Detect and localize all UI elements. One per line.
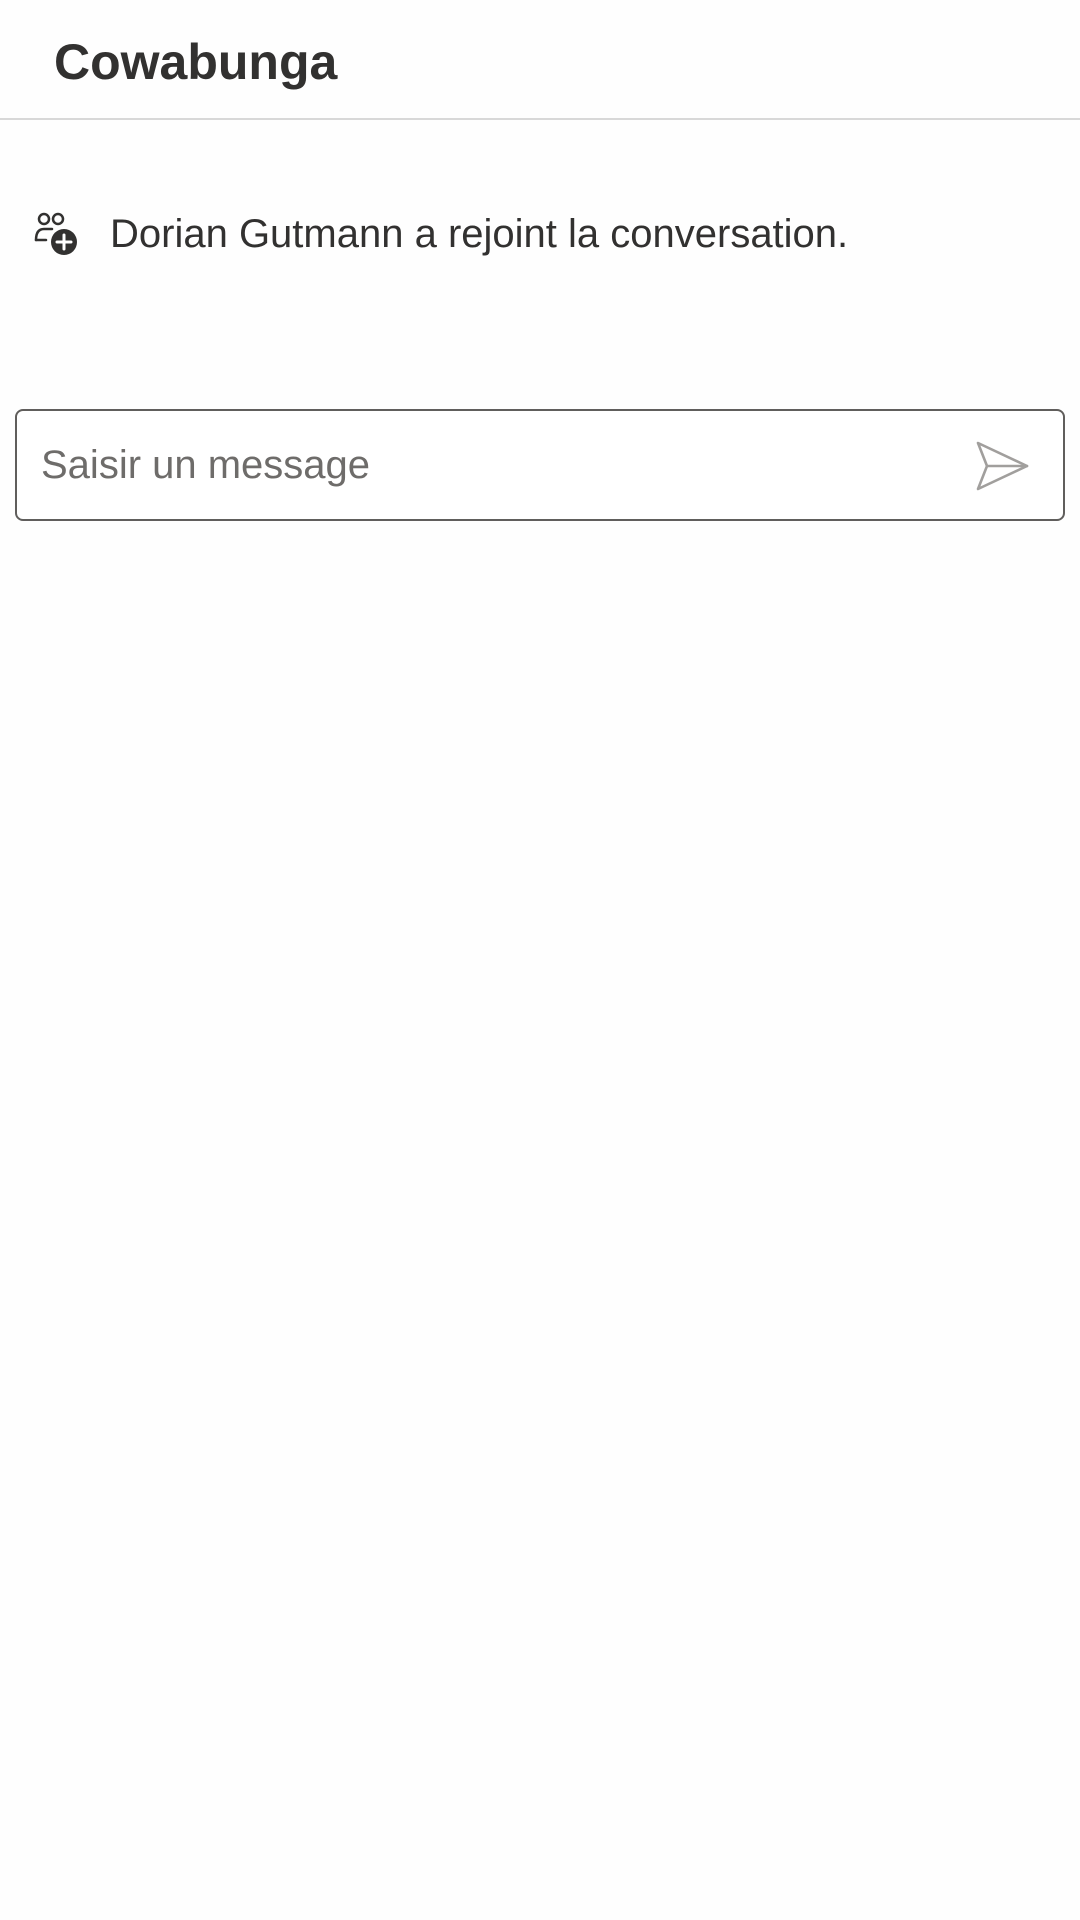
send-button[interactable] (975, 439, 1031, 493)
chat-header: Cowabunga (0, 0, 1080, 120)
message-composer (15, 409, 1065, 521)
system-message-text: Dorian Gutmann a rejoint la conversation… (110, 212, 849, 256)
system-message: Dorian Gutmann a rejoint la conversation… (32, 206, 848, 262)
message-input[interactable] (41, 431, 941, 499)
people-add-icon (32, 210, 80, 258)
send-icon (975, 439, 1031, 493)
chat-title: Cowabunga (54, 34, 338, 90)
